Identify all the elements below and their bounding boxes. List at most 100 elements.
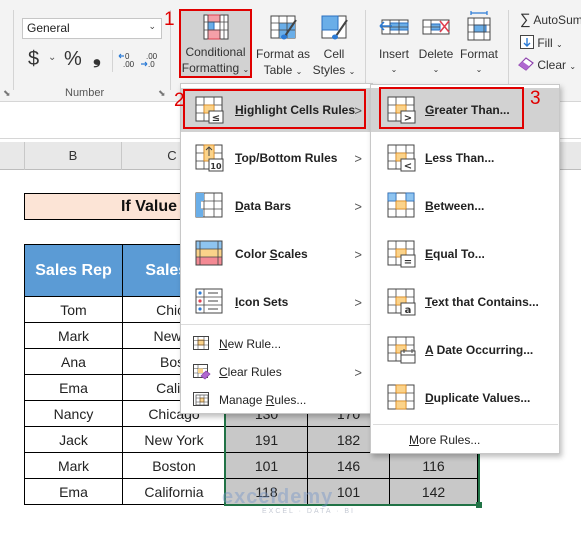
label-rest: ules... [274,393,307,407]
cell-sales-rep[interactable]: Ema [24,374,123,401]
more-rules-label: More Rules... [409,433,480,447]
column-header-b[interactable]: B [25,142,122,170]
cell-styles-icon [321,15,348,40]
cell-region[interactable]: New York [122,426,226,453]
submenu-item-a-date-occurring[interactable]: A Date Occurring... [371,328,559,372]
percent-button[interactable]: % [64,48,82,71]
comma-style-button[interactable]: ❟ [93,46,101,69]
svg-text:10: 10 [210,162,222,171]
submenu-item-less-than[interactable]: < Less Than... [371,136,559,180]
insert-button[interactable]: Insert ⌄ [374,14,414,78]
autosum-label: AutoSum [533,13,581,27]
cell-sales-rep[interactable]: Ema [24,478,123,505]
number-group-label: Number [65,87,105,99]
label-rest: ore Rules... [419,433,481,447]
chevron-down-icon: ⌄ [148,21,156,31]
menu-item-label: Top/Bottom Rules [235,151,337,165]
svg-text:=: = [404,257,412,268]
highlight-cells-submenu: > Greater Than... < Less Than... Between... =… [370,84,560,454]
delete-label: Delete [418,47,454,61]
menu-item-label: A Date Occurring... [425,343,533,357]
accel-key: N [219,337,228,351]
increase-decimal-icon: 0 .00 [118,52,135,69]
data-bars-icon [195,192,225,223]
step-3-annotation: 3 [530,88,541,109]
number-format-dropdown[interactable]: General ⌄ [22,18,162,39]
chevron-right-icon: > [354,294,362,310]
accel-key: C [219,365,228,379]
dialog-launcher-icon[interactable]: ⬊ [3,88,11,99]
accel-key: S [269,247,278,261]
text-contains-icon: a [387,288,417,319]
submenu-item-text-that-contains[interactable]: a Text that Contains... [371,280,559,324]
delete-button[interactable]: Delete ⌄ [416,14,456,78]
decrease-decimal-button[interactable]: .00 .0 [140,51,158,72]
accel-key: B [425,199,434,213]
submenu-item-duplicate-values[interactable]: Duplicate Values... [371,376,559,420]
increase-decimal-button[interactable]: 0 .00 [118,51,136,72]
label-rest: etween... [433,199,485,213]
more-rules-item[interactable]: More Rules... [371,427,559,453]
currency-chevron-icon[interactable]: ⌄ [48,52,56,63]
cell-sales-rep[interactable]: Jack [24,426,123,453]
cell-sales-rep[interactable]: Nancy [24,400,123,427]
menu-separator [373,424,558,425]
cf-menu-item-top-bottom-rules[interactable]: 10 Top/Bottom Rules > [181,136,372,180]
menu-item-label: Between... [425,199,484,213]
menu-item-label: Duplicate Values... [425,391,530,405]
clear-button[interactable]: Clear ⌄ [518,57,576,72]
label-rest: con Sets [238,295,289,309]
fill-down-icon [520,35,534,49]
cell-styles-button[interactable]: Cell Styles ⌄ [312,14,356,80]
cell-sales-rep[interactable]: Ana [24,348,123,375]
cell-sales-rep[interactable]: Mark [24,322,123,349]
conditional-formatting-menu: ≤ Highlight Cells Rules >10 Top/Bottom Rule… [180,83,373,414]
decrease-decimal-icon: .00 .0 [141,52,158,69]
top-bottom-icon: 10 [195,144,225,175]
cell-region[interactable]: Boston [122,452,226,479]
cf-menu-item-new-rule[interactable]: New Rule... [181,331,372,357]
sigma-icon: ∑ [520,11,531,28]
format-as-table-button[interactable]: Format as Table ⌄ [254,14,312,80]
label-rest: ext that Contains... [431,295,539,309]
fill-handle[interactable] [476,502,482,508]
currency-button[interactable]: $ [28,48,39,71]
submenu-item-between[interactable]: Between... [371,184,559,228]
cf-menu-item-data-bars[interactable]: Data Bars > [181,184,372,228]
number-dialog-launcher-icon[interactable]: ⬊ [158,88,166,99]
chevron-right-icon: > [354,150,362,166]
submenu-item-equal-to[interactable]: = Equal To... [371,232,559,276]
fill-button[interactable]: Fill ⌄ [520,35,563,50]
conditional-formatting-button[interactable]: Conditional Formatting ⌄ [179,9,252,78]
cf-menu-item-icon-sets[interactable]: Icon Sets > [181,280,372,324]
menu-item-label: Manage Rules... [219,393,306,407]
menu-separator [181,324,373,325]
column-header-a[interactable] [0,142,25,170]
title-cell[interactable]: If Value [24,193,184,220]
step-2-highlight-box [183,89,366,129]
accel-key: A [425,343,434,357]
format-button[interactable]: Format ⌄ [458,10,500,78]
duplicate-values-icon [387,384,417,415]
accel-key: E [425,247,434,261]
cell-region[interactable]: California [122,478,226,505]
menu-item-label: New Rule... [219,337,281,351]
cf-menu-item-manage-rules[interactable]: Manage Rules... [181,387,372,413]
cell-sales-rep[interactable]: Mark [24,452,123,479]
menu-item-label: Icon Sets [235,295,288,309]
label-rest: Date Occurring... [433,343,534,357]
date-occurring-icon [387,336,417,367]
cf-menu-item-clear-rules[interactable]: Clear Rules > [181,359,372,385]
chevron-down-icon: ⌄ [295,67,303,76]
cell-sales-rep[interactable]: Tom [24,296,123,323]
label-rest: cales [277,247,308,261]
color-scales-icon [195,240,225,271]
chevron-down-icon: ⌄ [569,62,577,71]
format-as-table-label-2: Table [263,63,293,77]
menu-item-label: Color Scales [235,247,308,261]
label-rest: lear Rules [227,365,282,379]
cf-menu-item-color-scales[interactable]: Color Scales > [181,232,372,276]
conditional-formatting-label-1: Conditional [185,45,246,59]
autosum-button[interactable]: ∑ AutoSum [520,11,581,28]
header-sales-rep[interactable]: Sales Rep [24,244,123,297]
